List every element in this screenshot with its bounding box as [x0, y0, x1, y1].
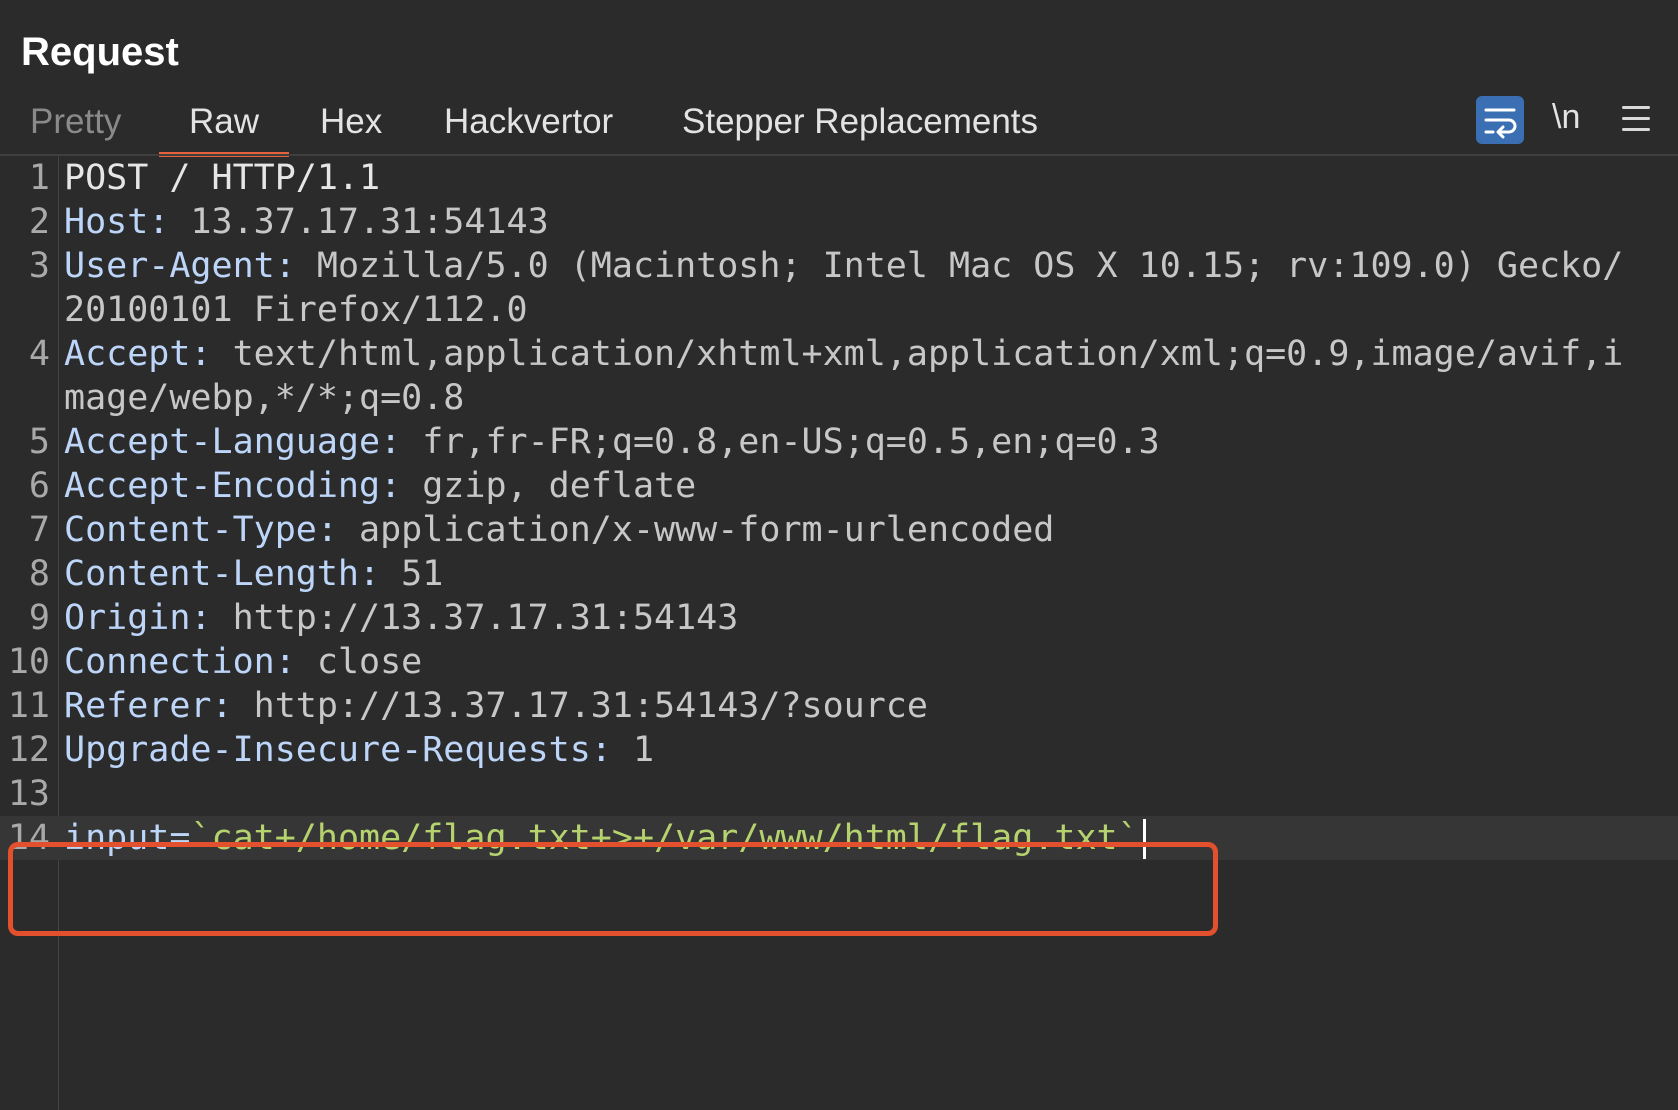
line-number: 6	[28, 466, 50, 506]
line-number: 13	[7, 774, 50, 814]
editor-line: 13	[0, 772, 1678, 816]
editor-line: 9 Origin: http://13.37.17.31:54143	[0, 596, 1678, 640]
line-number: 5	[28, 422, 50, 462]
header-name: Accept-Language:	[64, 422, 402, 462]
header-value: http://13.37.17.31:54143	[211, 598, 739, 638]
editor-line: 8 Content-Length: 51	[0, 552, 1678, 596]
header-value: 1	[611, 730, 655, 770]
line-number: 2	[28, 202, 50, 242]
text-wrap-toggle-button[interactable]	[1476, 96, 1524, 144]
show-newlines-button[interactable]: \n	[1552, 98, 1580, 137]
tab-raw[interactable]: Raw	[158, 102, 290, 157]
header-value: fr,fr-FR;q=0.8,en-US;q=0.5,en;q=0.3	[401, 422, 1160, 462]
editor-line: 5 Accept-Language: fr,fr-FR;q=0.8,en-US;…	[0, 420, 1678, 464]
line-number: 7	[28, 510, 50, 550]
editor-line: 4 Accept: text/html,application/xhtml+xm…	[0, 332, 1678, 420]
header-name: Content-Length:	[64, 554, 381, 594]
header-name: Accept:	[64, 334, 212, 374]
header-name: Accept-Encoding:	[64, 466, 402, 506]
line-number: 9	[28, 598, 50, 638]
line-number: 12	[7, 730, 50, 770]
header-name: Connection:	[64, 642, 296, 682]
header-value: 51	[380, 554, 444, 594]
panel-title: Request	[21, 30, 179, 74]
header-value: http://13.37.17.31:54143/?source	[232, 686, 928, 726]
header-name: Content-Type:	[64, 510, 338, 550]
header-name: Referer:	[64, 686, 233, 726]
editor-line: 10 Connection: close	[0, 640, 1678, 684]
editor-line: 11 Referer: http://13.37.17.31:54143/?so…	[0, 684, 1678, 728]
header-value: text/html,application/xhtml+xml,applicat…	[64, 334, 1624, 418]
editor-line: 1 POST / HTTP/1.1	[0, 156, 1678, 200]
header-name: User-Agent:	[64, 246, 296, 286]
request-line: POST / HTTP/1.1	[64, 158, 381, 198]
line-number: 4	[28, 334, 50, 374]
editor-line: 3 User-Agent: Mozilla/5.0 (Macintosh; In…	[0, 244, 1678, 332]
line-number: 3	[28, 246, 50, 286]
tab-hex[interactable]: Hex	[320, 102, 382, 142]
header-name: Upgrade-Insecure-Requests:	[64, 730, 612, 770]
tab-hackvertor[interactable]: Hackvertor	[444, 102, 613, 142]
header-value: 13.37.17.31:54143	[169, 202, 549, 242]
text-wrap-icon	[1484, 108, 1517, 139]
raw-request-editor[interactable]: 1 POST / HTTP/1.1 2 Host: 13.37.17.31:54…	[0, 156, 1678, 860]
header-value: Mozilla/5.0 (Macintosh; Intel Mac OS X 1…	[64, 246, 1624, 330]
header-value: close	[295, 642, 423, 682]
editor-line: 2 Host: 13.37.17.31:54143	[0, 200, 1678, 244]
annotation-highlight-box	[8, 842, 1218, 936]
editor-line: 7 Content-Type: application/x-www-form-u…	[0, 508, 1678, 552]
header-name: Origin:	[64, 598, 212, 638]
message-view-tabs: Pretty Raw Hex Hackvertor Stepper Replac…	[0, 92, 1678, 157]
hamburger-menu-icon[interactable]	[1622, 106, 1652, 132]
line-number: 8	[28, 554, 50, 594]
line-number: 11	[7, 686, 50, 726]
header-name: Host:	[64, 202, 170, 242]
line-number: 10	[7, 642, 50, 682]
editor-line: 12 Upgrade-Insecure-Requests: 1	[0, 728, 1678, 772]
editor-line: 6 Accept-Encoding: gzip, deflate	[0, 464, 1678, 508]
header-value: gzip, deflate	[401, 466, 697, 506]
header-value: application/x-www-form-urlencoded	[337, 510, 1055, 550]
tab-pretty[interactable]: Pretty	[30, 102, 121, 142]
line-number: 1	[28, 158, 50, 198]
tab-stepper-replacements[interactable]: Stepper Replacements	[682, 102, 1038, 142]
